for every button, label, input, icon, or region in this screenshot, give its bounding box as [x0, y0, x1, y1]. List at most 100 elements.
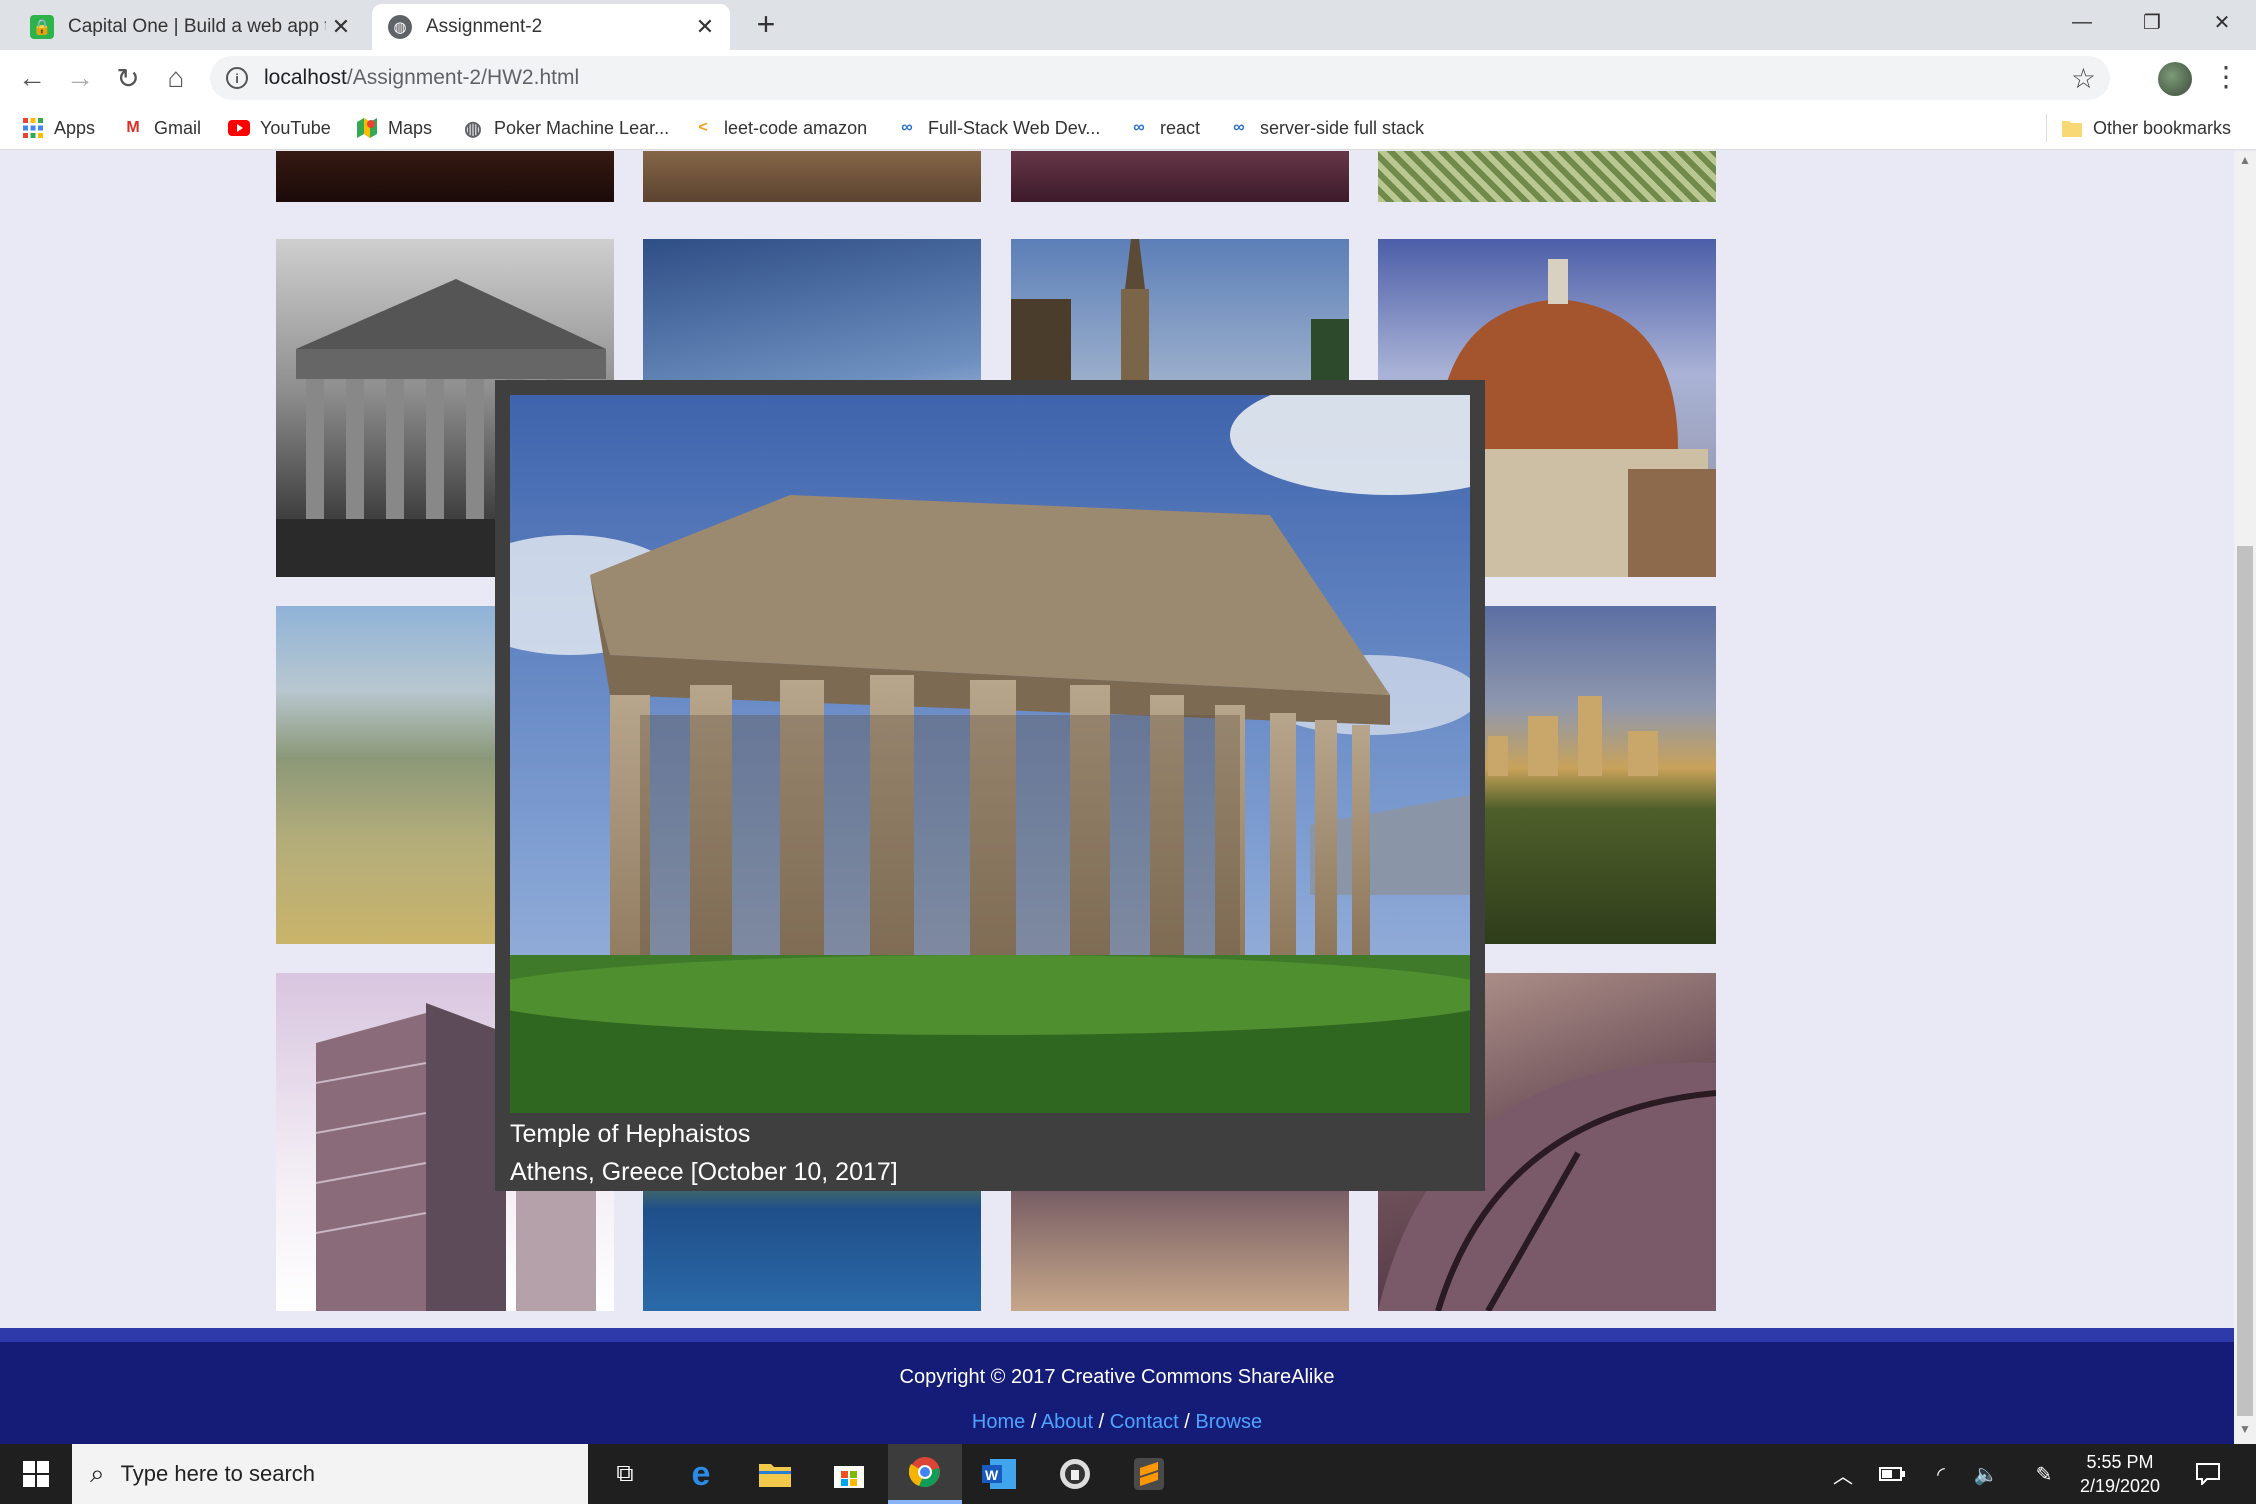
pen-icon[interactable]: ✎: [2026, 1444, 2062, 1504]
task-view-icon[interactable]: ⧉: [588, 1444, 662, 1504]
tab-title: Capital One | Build a web app to: [68, 16, 326, 37]
chrome-icon[interactable]: [888, 1444, 962, 1504]
separator: /: [1098, 1411, 1105, 1433]
apps-grid-icon: [22, 117, 44, 139]
search-icon: ⌕: [90, 1458, 105, 1488]
windows-logo-icon: [23, 1461, 49, 1487]
bookmark-label: Other bookmarks: [2093, 117, 2232, 138]
bookmark-react[interactable]: ∞ react: [1128, 114, 1200, 142]
scrollbar-thumb[interactable]: [2237, 546, 2253, 1416]
lightbox-title: Temple of Hephaistos: [510, 1120, 751, 1148]
info-icon[interactable]: i: [226, 67, 248, 89]
scroll-down-arrow[interactable]: ▼: [2234, 1422, 2256, 1442]
bookmark-apps[interactable]: Apps: [22, 114, 95, 142]
sublime-text-icon[interactable]: [1112, 1444, 1186, 1504]
new-tab-button[interactable]: +: [748, 6, 784, 42]
windows-taskbar: ⌕ Type here to search ⧉ e W ︿ ◜ 🔈 ✎ 5:55…: [0, 1444, 2256, 1504]
footer-link-contact[interactable]: Contact: [1110, 1411, 1179, 1433]
back-button[interactable]: ←: [12, 58, 52, 98]
bookmark-server-side[interactable]: ∞ server-side full stack: [1228, 114, 1424, 142]
lock-icon: 🔒: [30, 15, 54, 39]
window-close-button[interactable]: ✕: [2188, 0, 2256, 44]
gallery-thumbnail[interactable]: [1378, 151, 1716, 202]
bookmark-poker[interactable]: ◍ Poker Machine Lear...: [462, 114, 669, 142]
bookmark-fullstack[interactable]: ∞ Full-Stack Web Dev...: [896, 114, 1100, 142]
reload-button[interactable]: ↻: [108, 58, 148, 98]
home-button[interactable]: ⌂: [156, 58, 196, 98]
bookmark-gmail[interactable]: M Gmail: [122, 114, 201, 142]
page-viewport: Temple of Hephaistos Athens, Greece [Oct…: [0, 151, 2234, 1444]
page-scrollbar[interactable]: ▲ ▼: [2234, 151, 2256, 1444]
leetcode-icon: <: [698, 119, 708, 136]
globe-icon: ◍: [464, 117, 482, 140]
taskbar-search-box[interactable]: ⌕ Type here to search: [72, 1444, 588, 1504]
bookmark-star-icon[interactable]: ☆: [2071, 62, 2096, 95]
separator: /: [1030, 1411, 1037, 1433]
page-footer: Copyright © 2017 Creative Commons ShareA…: [0, 1328, 2234, 1444]
store-icon[interactable]: [812, 1444, 886, 1504]
address-bar[interactable]: i localhost/Assignment-2/HW2.html ☆: [210, 56, 2110, 100]
gallery-thumbnail[interactable]: [643, 151, 981, 202]
search-placeholder: Type here to search: [120, 1461, 316, 1486]
footer-link-about[interactable]: About: [1041, 1411, 1093, 1433]
forward-button[interactable]: →: [60, 58, 100, 98]
word-icon[interactable]: W: [962, 1444, 1036, 1504]
notifications-icon[interactable]: [2188, 1444, 2228, 1504]
lightbox-photo: [510, 395, 1470, 1113]
footer-links: Home / About / Contact / Browse: [0, 1411, 2234, 1434]
url-path: /Assignment-2/HW2.html: [346, 66, 580, 89]
lightbox-subtitle: Athens, Greece [October 10, 2017]: [510, 1158, 898, 1186]
footer-link-home[interactable]: Home: [972, 1411, 1025, 1433]
gallery-thumbnail[interactable]: [1011, 151, 1349, 202]
globe-icon: ◍: [388, 15, 412, 39]
clock-time: 5:55 PM: [2086, 1452, 2154, 1472]
clock-date: 2/19/2020: [2079, 1476, 2161, 1496]
tab-title: Assignment-2: [426, 16, 543, 37]
youtube-icon: [228, 117, 250, 139]
bookmark-label: Maps: [388, 117, 433, 138]
close-icon[interactable]: ✕: [326, 14, 356, 40]
start-button[interactable]: [0, 1444, 72, 1504]
bookmark-label: server-side full stack: [1260, 117, 1425, 138]
bookmark-label: Full-Stack Web Dev...: [928, 117, 1101, 138]
gmail-icon: M: [126, 119, 140, 136]
bookmark-leetcode[interactable]: < leet-code amazon: [692, 114, 867, 142]
separator: /: [1184, 1411, 1190, 1433]
tab-capital-one[interactable]: 🔒 Capital One | Build a web app to ✕: [14, 4, 366, 50]
bookmark-label: Poker Machine Lear...: [494, 117, 670, 138]
bookmark-label: YouTube: [260, 117, 331, 138]
bookmark-label: react: [1160, 117, 1201, 138]
edge-icon[interactable]: e: [664, 1444, 738, 1504]
volume-icon[interactable]: 🔈: [1968, 1444, 2004, 1504]
system-clock[interactable]: 5:55 PM 2/19/2020: [2060, 1450, 2180, 1498]
close-icon[interactable]: ✕: [690, 14, 720, 40]
restore-button[interactable]: ❐: [2118, 0, 2186, 44]
gallery-thumbnail[interactable]: [276, 151, 614, 202]
app-circle-icon[interactable]: [1038, 1444, 1112, 1504]
scroll-up-arrow[interactable]: ▲: [2234, 153, 2256, 173]
menu-kebab-icon[interactable]: ⋮: [2212, 60, 2240, 94]
coursera-icon: ∞: [1133, 119, 1145, 136]
coursera-icon: ∞: [1233, 119, 1245, 136]
bookmark-youtube[interactable]: YouTube: [228, 114, 331, 142]
wifi-icon[interactable]: ◜: [1924, 1444, 1958, 1504]
tab-strip: 🔒 Capital One | Build a web app to ✕ ◍ A…: [0, 0, 2256, 50]
url-host: localhost: [264, 66, 347, 89]
minimize-button[interactable]: —: [2048, 0, 2116, 44]
coursera-icon: ∞: [901, 119, 913, 136]
bookmark-label: Gmail: [154, 117, 202, 138]
file-explorer-icon[interactable]: [738, 1444, 812, 1504]
other-bookmarks[interactable]: Other bookmarks: [2046, 114, 2231, 142]
footer-link-browse[interactable]: Browse: [1195, 1411, 1262, 1433]
profile-avatar[interactable]: [2158, 62, 2192, 96]
battery-icon[interactable]: [1874, 1444, 1910, 1504]
bookmark-maps[interactable]: Maps: [356, 114, 432, 142]
maps-icon: [356, 117, 378, 139]
tab-assignment-2[interactable]: ◍ Assignment-2 ✕: [372, 4, 730, 50]
tray-chevron-icon[interactable]: ︿: [1828, 1444, 1858, 1504]
copyright-text: Copyright © 2017 Creative Commons ShareA…: [899, 1366, 1335, 1388]
lightbox[interactable]: Temple of Hephaistos Athens, Greece [Oct…: [495, 380, 1485, 1191]
url-text[interactable]: localhost/Assignment-2/HW2.html: [264, 66, 2071, 90]
bookmarks-bar: Apps M Gmail YouTube Maps ◍ Poker Machin…: [0, 106, 2256, 150]
svg-text:W: W: [985, 1467, 999, 1483]
